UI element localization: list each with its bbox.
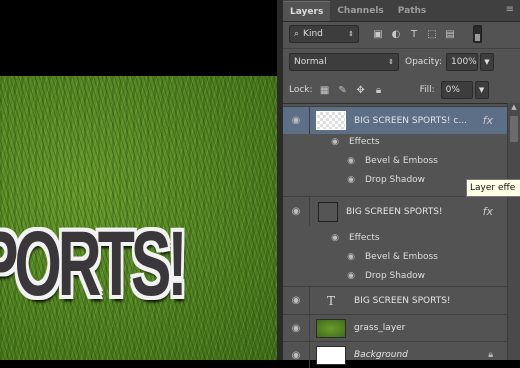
tab-channels[interactable]: Channels (330, 1, 390, 21)
opacity-input[interactable]: 100% (446, 53, 478, 71)
shape-filter-icon[interactable]: ⬚ (423, 25, 441, 43)
smart-object-filter-icon[interactable]: ▤ (441, 25, 459, 43)
lock-label: Lock: (289, 85, 313, 95)
effect-bevel-emboss: Bevel & Emboss (365, 251, 438, 262)
visibility-eye-icon[interactable]: ◉ (283, 315, 310, 341)
layer-name: BIG SCREEN SPORTS! c... (354, 115, 467, 126)
adjustment-filter-icon[interactable]: ◐ (387, 25, 405, 43)
opacity-label: Opacity: (405, 57, 442, 67)
type-filter-icon[interactable]: T (405, 25, 423, 43)
layer-thumbnail (316, 318, 346, 338)
layer-name: Background (354, 350, 408, 360)
blend-mode-value: Normal (294, 57, 327, 67)
lock-all-icon[interactable]: 🔒︎ (370, 81, 388, 99)
visibility-eye-icon[interactable]: ◉ (343, 252, 359, 262)
opacity-dropdown-button[interactable]: ▼ (480, 53, 494, 71)
layer-row[interactable]: ◉ BIG SCREEN SPORTS! fx (283, 196, 507, 226)
fill-dropdown-button[interactable]: ▼ (474, 81, 489, 99)
layer-name: grass_layer (354, 323, 406, 333)
filter-kind-select[interactable]: ⌕ Kind ⇕ (289, 25, 359, 43)
effect-item[interactable]: ◉ Drop Shadow (283, 266, 507, 285)
canvas-title-text: PORTS! (0, 213, 188, 315)
effects-label: Effects (349, 136, 380, 147)
blend-mode-select[interactable]: Normal ⇕ (289, 53, 399, 71)
layers-scrollbar[interactable]: ▲ (507, 103, 520, 360)
visibility-eye-icon[interactable]: ◉ (343, 271, 359, 281)
visibility-eye-icon[interactable]: ◉ (283, 197, 310, 226)
layer-row[interactable]: ◉ Background 🔒︎ (283, 341, 507, 368)
tooltip: Layer effe (466, 179, 520, 197)
lock-transparent-pixels-icon[interactable]: ▦ (316, 81, 334, 99)
effects-group[interactable]: ◉ Effects (283, 228, 507, 247)
type-layer-icon: T (326, 293, 335, 308)
lock-position-icon[interactable]: ✥ (352, 81, 370, 99)
effect-item[interactable]: ◉ Bevel & Emboss (283, 151, 507, 170)
effect-bevel-emboss: Bevel & Emboss (365, 155, 438, 166)
layer-row-selected[interactable]: ◉ BIG SCREEN SPORTS! c... fx (283, 106, 507, 134)
visibility-eye-icon[interactable]: ◉ (283, 107, 310, 134)
effect-drop-shadow: Drop Shadow (365, 174, 426, 185)
stepper-arrows-icon: ⇕ (348, 30, 354, 38)
filter-toggle-switch[interactable] (473, 25, 482, 43)
tab-layers[interactable]: Layers (283, 1, 331, 21)
layer-row[interactable]: ◉ grass_layer (283, 314, 507, 341)
scroll-up-icon[interactable]: ▲ (508, 103, 520, 116)
shape-layer-thumbnail (318, 201, 338, 222)
visibility-eye-icon[interactable]: ◉ (283, 342, 310, 368)
fill-input[interactable]: 0% (440, 81, 473, 99)
chevron-down-icon: ▼ (484, 58, 490, 66)
layer-name: BIG SCREEN SPORTS! (346, 206, 443, 217)
stepper-arrows-icon: ⇕ (388, 58, 394, 66)
pixel-filter-icon[interactable]: ▣ (369, 25, 387, 43)
lock-icon: 🔒︎ (488, 350, 493, 360)
visibility-eye-icon[interactable]: ◉ (327, 233, 343, 243)
panel-menu-icon[interactable]: ≡ (500, 4, 520, 21)
effect-item[interactable]: ◉ Bevel & Emboss (283, 247, 507, 266)
visibility-eye-icon[interactable]: ◉ (283, 287, 310, 314)
document-canvas[interactable]: PORTS! (0, 0, 283, 360)
layer-thumbnail (316, 345, 346, 365)
effect-drop-shadow: Drop Shadow (365, 270, 426, 281)
filter-kind-label: Kind (303, 29, 323, 39)
scroll-thumb[interactable] (510, 116, 518, 142)
layer-row[interactable]: ◉ T BIG SCREEN SPORTS! (283, 286, 507, 314)
panel-tabs: Layers Channels Paths ≡ (283, 0, 520, 22)
effects-group[interactable]: ◉ Effects (283, 132, 507, 151)
visibility-eye-icon[interactable]: ◉ (327, 137, 343, 147)
lock-image-pixels-icon[interactable]: ✎ (334, 81, 352, 99)
fx-icon[interactable]: fx (483, 205, 493, 218)
layer-name: BIG SCREEN SPORTS! (354, 295, 451, 306)
effects-label: Effects (349, 232, 380, 243)
chevron-down-icon: ▼ (478, 86, 485, 94)
search-icon: ⌕ (294, 29, 300, 39)
tab-paths[interactable]: Paths (391, 1, 434, 21)
visibility-eye-icon[interactable]: ◉ (343, 175, 359, 185)
fx-icon[interactable]: fx (483, 114, 493, 127)
visibility-eye-icon[interactable]: ◉ (343, 156, 359, 166)
fill-label: Fill: (419, 85, 435, 95)
layer-thumbnail (316, 111, 346, 130)
